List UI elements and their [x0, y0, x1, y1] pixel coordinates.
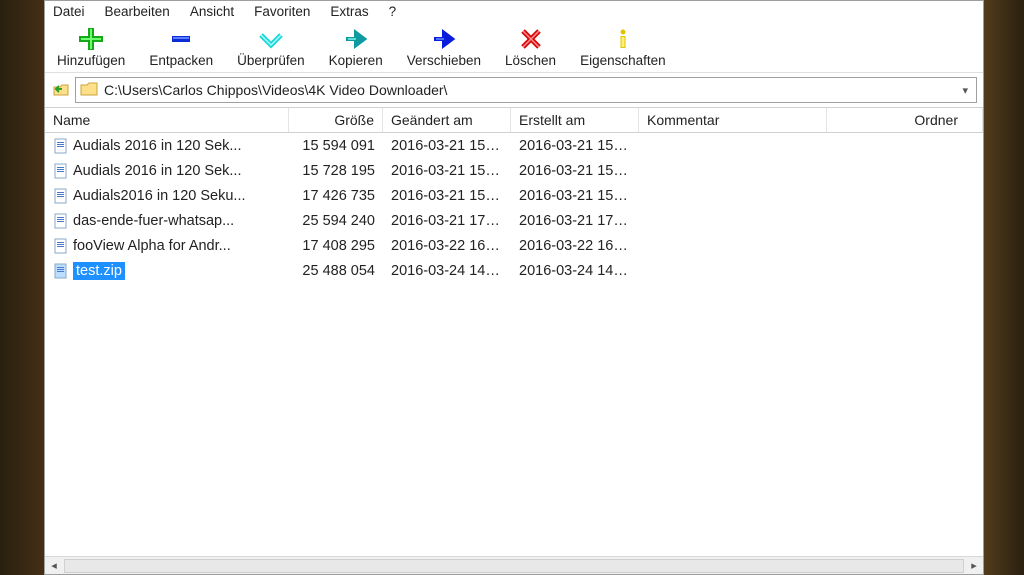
delete-button[interactable]: Löschen — [493, 26, 568, 70]
file-icon — [53, 213, 69, 229]
file-size: 17 426 735 — [289, 188, 383, 204]
folder-icon — [80, 81, 104, 100]
file-modified: 2016-03-22 16:08 — [383, 238, 511, 254]
menu-favorites[interactable]: Favoriten — [254, 4, 310, 19]
file-icon — [53, 188, 69, 204]
info-icon — [609, 28, 637, 53]
file-size: 25 594 240 — [289, 213, 383, 229]
file-size: 15 594 091 — [289, 138, 383, 154]
col-folder[interactable]: Ordner — [827, 108, 983, 132]
file-size: 25 488 054 — [289, 263, 383, 279]
arrow-right-icon — [430, 28, 458, 53]
file-size: 17 408 295 — [289, 238, 383, 254]
file-name: test.zip — [73, 262, 125, 280]
file-created: 2016-03-22 16:08 — [511, 238, 639, 254]
chevron-down-icon[interactable]: ▾ — [958, 84, 972, 97]
file-name: Audials2016 in 120 Seku... — [73, 188, 246, 204]
file-modified: 2016-03-24 14:54 — [383, 263, 511, 279]
check-icon — [257, 28, 285, 53]
toolbar-label: Hinzufügen — [57, 53, 125, 68]
table-row[interactable]: test.zip 25 488 0542016-03-24 14:542016-0… — [45, 258, 983, 283]
scroll-track[interactable] — [64, 559, 964, 573]
file-modified: 2016-03-21 15:56 — [383, 188, 511, 204]
col-modified[interactable]: Geändert am — [383, 108, 511, 132]
menu-bar: Datei Bearbeiten Ansicht Favoriten Extra… — [45, 1, 983, 22]
col-name[interactable]: Name — [45, 108, 289, 132]
path-field[interactable]: C:\Users\Carlos Chippos\Videos\4K Video … — [75, 77, 977, 103]
x-icon — [517, 28, 545, 53]
file-icon — [53, 238, 69, 254]
file-name: Audials 2016 in 120 Sek... — [73, 163, 241, 179]
file-list[interactable]: Audials 2016 in 120 Sek...15 594 0912016… — [45, 133, 983, 556]
extract-button[interactable]: Entpacken — [137, 26, 225, 70]
scroll-left-icon[interactable]: ◂ — [45, 559, 63, 572]
menu-file[interactable]: Datei — [53, 4, 85, 19]
toolbar: Hinzufügen Entpacken Überprüfen Kopieren… — [45, 22, 983, 73]
file-created: 2016-03-21 15:56 — [511, 188, 639, 204]
col-created[interactable]: Erstellt am — [511, 108, 639, 132]
col-comment[interactable]: Kommentar — [639, 108, 827, 132]
table-row[interactable]: Audials 2016 in 120 Sek...15 728 1952016… — [45, 158, 983, 183]
col-size[interactable]: Größe — [289, 108, 383, 132]
copy-button[interactable]: Kopieren — [317, 26, 395, 70]
menu-extras[interactable]: Extras — [330, 4, 368, 19]
table-row[interactable]: fooView Alpha for Andr...17 408 2952016-… — [45, 233, 983, 258]
file-created: 2016-03-24 14:52 — [511, 263, 639, 279]
file-name: das-ende-fuer-whatsap... — [73, 213, 234, 229]
file-name: fooView Alpha for Andr... — [73, 238, 231, 254]
minus-icon — [167, 28, 195, 53]
toolbar-label: Verschieben — [407, 53, 481, 68]
toolbar-label: Kopieren — [329, 53, 383, 68]
file-created: 2016-03-21 15:56 — [511, 138, 639, 154]
plus-icon — [77, 28, 105, 53]
file-size: 15 728 195 — [289, 163, 383, 179]
toolbar-label: Überprüfen — [237, 53, 305, 68]
toolbar-label: Eigenschaften — [580, 53, 666, 68]
file-modified: 2016-03-21 15:56 — [383, 138, 511, 154]
file-icon — [53, 263, 69, 279]
arrow-right-double-icon — [342, 28, 370, 53]
menu-help[interactable]: ? — [389, 4, 397, 19]
properties-button[interactable]: Eigenschaften — [568, 26, 678, 70]
test-button[interactable]: Überprüfen — [225, 26, 317, 70]
table-row[interactable]: Audials2016 in 120 Seku...17 426 7352016… — [45, 183, 983, 208]
file-created: 2016-03-21 15:58 — [511, 163, 639, 179]
menu-edit[interactable]: Bearbeiten — [105, 4, 170, 19]
file-modified: 2016-03-21 17:31 — [383, 213, 511, 229]
toolbar-label: Löschen — [505, 53, 556, 68]
file-icon — [53, 138, 69, 154]
file-created: 2016-03-21 17:30 — [511, 213, 639, 229]
file-name: Audials 2016 in 120 Sek... — [73, 138, 241, 154]
path-bar: C:\Users\Carlos Chippos\Videos\4K Video … — [45, 73, 983, 107]
scroll-right-icon[interactable]: ▸ — [965, 559, 983, 572]
file-modified: 2016-03-21 15:58 — [383, 163, 511, 179]
app-window: Datei Bearbeiten Ansicht Favoriten Extra… — [44, 0, 984, 575]
file-icon — [53, 163, 69, 179]
path-text: C:\Users\Carlos Chippos\Videos\4K Video … — [104, 82, 447, 98]
menu-view[interactable]: Ansicht — [190, 4, 234, 19]
move-button[interactable]: Verschieben — [395, 26, 493, 70]
up-folder-icon[interactable] — [51, 78, 71, 103]
add-button[interactable]: Hinzufügen — [45, 26, 137, 70]
column-header: Name Größe Geändert am Erstellt am Komme… — [45, 107, 983, 133]
table-row[interactable]: Audials 2016 in 120 Sek...15 594 0912016… — [45, 133, 983, 158]
table-row[interactable]: das-ende-fuer-whatsap...25 594 2402016-0… — [45, 208, 983, 233]
horizontal-scrollbar[interactable]: ◂ ▸ — [45, 556, 983, 574]
toolbar-label: Entpacken — [149, 53, 213, 68]
